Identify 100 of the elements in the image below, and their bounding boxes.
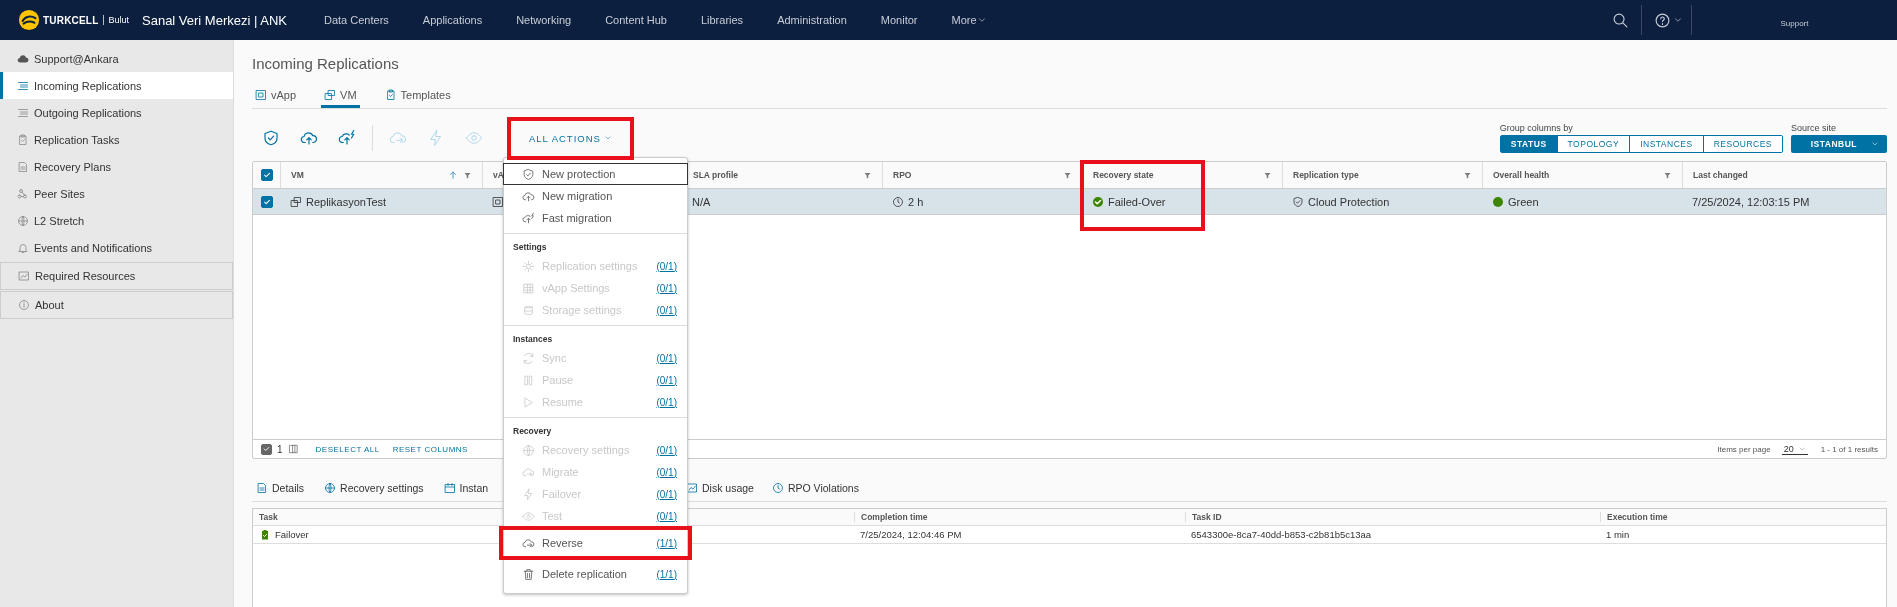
- nav-link[interactable]: Libraries: [683, 14, 761, 26]
- column-header[interactable]: Replication type: [1283, 162, 1482, 188]
- detail-tab[interactable]: Instan: [443, 482, 489, 494]
- table-cell: N/A: [692, 195, 711, 208]
- trash-icon: [522, 567, 535, 581]
- table-cell: ReplikasyonTest: [306, 195, 387, 208]
- menu-item[interactable]: New protection: [503, 163, 688, 185]
- group-by-option[interactable]: STATUS: [1500, 136, 1557, 152]
- count-link[interactable]: (1/1): [656, 568, 677, 580]
- filter-icon[interactable]: [1663, 170, 1672, 180]
- document-icon: [17, 160, 29, 173]
- nav-link[interactable]: Administration: [760, 14, 864, 26]
- vapp-icon: [255, 88, 267, 101]
- view-tab[interactable]: VM: [321, 84, 360, 108]
- table-cell: 7/25/2024, 12:03:15 PM: [1692, 195, 1810, 208]
- nav-link[interactable]: Data Centers: [307, 14, 406, 26]
- sort-ascending-icon[interactable]: [448, 170, 458, 180]
- clock-icon: [892, 195, 904, 208]
- nav-link[interactable]: Content Hub: [588, 14, 684, 26]
- filter-icon[interactable]: [1263, 170, 1272, 180]
- sidebar-item[interactable]: Events and Notifications: [0, 234, 233, 261]
- cloud-bolt-icon[interactable]: [338, 129, 356, 147]
- detail-tab[interactable]: RPO Violations: [771, 482, 859, 494]
- nav-link[interactable]: Networking: [499, 14, 589, 26]
- site-title: Sanal Veri Merkezi | ANK: [142, 12, 287, 28]
- items-per-page-select[interactable]: 20: [1781, 443, 1808, 455]
- logo-product: Bulut: [103, 15, 129, 25]
- document-icon: [256, 482, 268, 494]
- status-dot-icon: [1492, 195, 1504, 208]
- cloud-upload-icon: [522, 189, 535, 203]
- table-cell: Cloud Protection: [1308, 195, 1390, 208]
- list-icon: [17, 79, 29, 92]
- clipboard-icon: [384, 88, 397, 101]
- sidebar-item[interactable]: Required Resources: [0, 262, 233, 290]
- sidebar-item[interactable]: Outgoing Replications: [0, 99, 233, 126]
- detail-tab[interactable]: Details: [256, 482, 305, 494]
- columns-icon[interactable]: [287, 443, 299, 455]
- filter-icon[interactable]: [863, 170, 872, 180]
- search-icon[interactable]: [1612, 11, 1629, 29]
- all-actions-button[interactable]: ALL ACTIONS: [521, 126, 620, 150]
- table-cell: 2 h: [908, 195, 924, 208]
- sidebar-item[interactable]: About: [0, 291, 233, 319]
- sidebar-item[interactable]: Incoming Replications: [0, 72, 233, 99]
- caret-icon[interactable]: [1673, 15, 1683, 25]
- sidebar-item[interactable]: Replication Tasks: [0, 126, 233, 153]
- filter-icon[interactable]: [1463, 170, 1472, 180]
- check-icon: [262, 444, 271, 454]
- shield-icon: [1292, 195, 1304, 208]
- detail-tab[interactable]: Recovery settings: [324, 482, 424, 494]
- filter-icon[interactable]: [463, 170, 472, 180]
- column-header: Task: [259, 512, 278, 522]
- column-header[interactable]: Recovery state: [1083, 162, 1282, 188]
- nav-link[interactable]: Monitor: [863, 14, 935, 26]
- footer-button[interactable]: RESET COLUMNS: [392, 444, 468, 454]
- column-header: Completion time: [861, 512, 928, 522]
- results-count: 1 - 1 of 1 results: [1820, 444, 1878, 454]
- column-header[interactable]: RPO: [883, 162, 1082, 188]
- table-cell: 7/25/2024, 12:04:46 PM: [860, 529, 962, 540]
- selection-checkbox[interactable]: [261, 443, 272, 455]
- menu-item[interactable]: Delete replication (1/1): [504, 563, 687, 585]
- chart-icon: [18, 270, 30, 282]
- logo-brand: TURKCELL: [43, 14, 99, 26]
- sync-icon: [522, 351, 535, 365]
- cloud-arrow-icon: [522, 465, 535, 479]
- info-icon: [18, 299, 30, 311]
- menu-item[interactable]: Reverse (1/1): [504, 532, 687, 554]
- user-menu[interactable]: Support: [1692, 12, 1897, 28]
- menu-section-header: Recovery: [512, 425, 553, 438]
- group-by-option[interactable]: INSTANCES: [1629, 136, 1703, 152]
- row-checkbox[interactable]: [260, 195, 273, 208]
- column-header[interactable]: VM: [281, 162, 482, 188]
- detail-tab[interactable]: Disk usage: [686, 482, 754, 494]
- column-header[interactable]: Overall health: [1483, 162, 1682, 188]
- menu-section-header: Settings: [512, 241, 548, 254]
- sidebar-item[interactable]: Recovery Plans: [0, 153, 233, 180]
- filter-icon[interactable]: [1063, 170, 1072, 180]
- check-icon: [261, 170, 272, 180]
- view-tab[interactable]: vApp: [252, 84, 300, 108]
- help-icon[interactable]: [1654, 11, 1671, 29]
- count-link[interactable]: (1/1): [656, 537, 677, 549]
- globe-icon: [522, 443, 535, 457]
- nav-link[interactable]: More: [934, 14, 1004, 26]
- nav-link[interactable]: Applications: [405, 14, 500, 26]
- gear-icon: [522, 259, 535, 273]
- group-by-option[interactable]: TOPOLOGY: [1556, 136, 1630, 152]
- group-by-option[interactable]: RESOURCES: [1702, 136, 1782, 152]
- sidebar-item[interactable]: Peer Sites: [0, 180, 233, 207]
- pause-icon: [522, 373, 535, 387]
- site-name: Support@Ankara: [34, 52, 119, 65]
- select-all-checkbox[interactable]: [260, 169, 273, 181]
- page-title: Incoming Replications: [252, 54, 400, 74]
- cloud-upload-icon[interactable]: [300, 129, 318, 147]
- sidebar-item[interactable]: L2 Stretch: [0, 207, 233, 234]
- column-header[interactable]: Last changed: [1683, 162, 1886, 188]
- view-tab[interactable]: Templates: [381, 84, 454, 108]
- footer-button[interactable]: DESELECT ALL: [315, 444, 380, 454]
- shield-icon[interactable]: [262, 129, 280, 147]
- column-header[interactable]: SLA profile: [683, 162, 882, 188]
- caret-icon: [976, 15, 987, 25]
- source-site-dropdown[interactable]: ISTANBUL: [1791, 135, 1887, 153]
